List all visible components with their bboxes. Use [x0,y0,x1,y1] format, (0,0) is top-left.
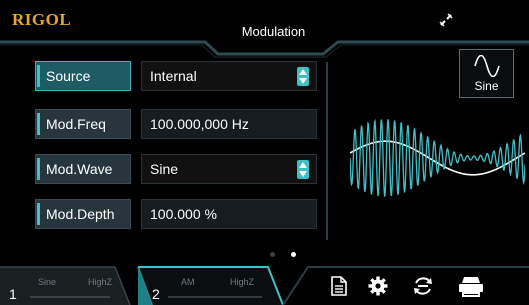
source-label[interactable]: Source [35,61,131,91]
sine-wave-icon [474,55,500,77]
mod-freq-label[interactable]: Mod.Freq [35,109,131,139]
page-title: Modulation [241,24,306,39]
source-select[interactable]: Internal [141,61,317,91]
print-icon[interactable] [458,276,484,298]
sync-icon[interactable] [412,276,434,296]
channel-2-wave[interactable]: AM [181,277,195,287]
source-value: Internal [150,68,197,84]
channel-1-load[interactable]: HighZ [88,277,112,287]
bottom-bar-frame [0,266,529,305]
file-icon[interactable] [331,276,347,296]
mod-shape-button[interactable]: Sine [459,49,514,98]
channel-1-number[interactable]: 1 [9,286,17,302]
mod-shape-label: Sine [474,79,499,93]
mod-wave-value: Sine [150,161,179,177]
mod-depth-label[interactable]: Mod.Depth [35,199,131,229]
mod-wave-label[interactable]: Mod.Wave [35,154,131,184]
select-arrows-icon[interactable] [297,67,309,86]
panel-divider [326,62,328,240]
settings-gear-icon[interactable] [368,276,388,296]
channel-1-wave[interactable]: Sine [38,277,56,287]
channel-2-load[interactable]: HighZ [230,277,254,287]
mod-depth-value: 100.000 % [150,206,217,222]
channel-2-number[interactable]: 2 [152,286,160,302]
am-waveform-preview [350,118,525,198]
link-icon[interactable] [438,12,454,28]
mod-freq-input[interactable]: 100.000,000 Hz [141,109,317,139]
mod-depth-input[interactable]: 100.000 % [141,199,317,229]
mod-wave-select[interactable]: Sine [141,154,317,184]
screen: RIGOL Modulation Source Internal Mod.Fre… [0,0,529,305]
select-arrows-icon[interactable] [297,160,309,179]
mod-freq-value: 100.000,000 Hz [150,116,249,132]
